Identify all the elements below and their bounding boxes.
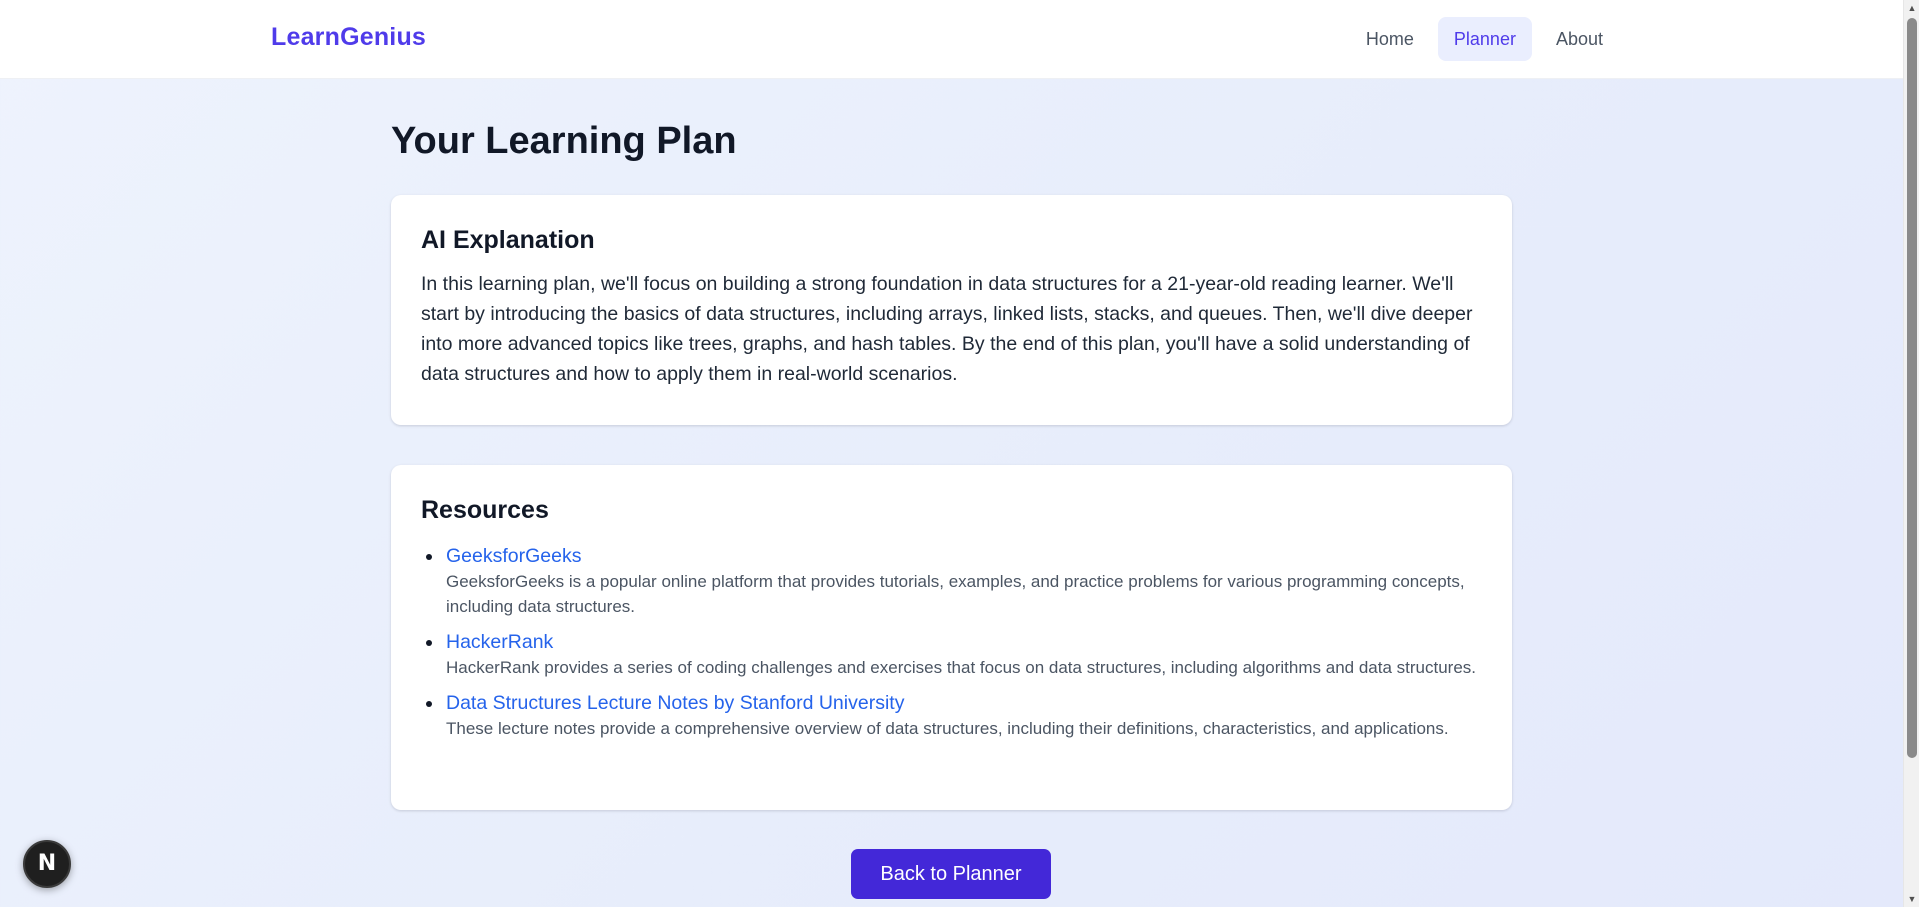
resource-description: HackerRank provides a series of coding c…: [446, 658, 1476, 677]
resources-heading: Resources: [421, 496, 549, 524]
resource-description: GeeksforGeeks is a popular online platfo…: [446, 572, 1465, 616]
nav-planner-link[interactable]: Planner: [1437, 17, 1532, 61]
resource-item: Data Structures Lecture Notes by Stanfor…: [421, 690, 1482, 741]
resource-description: These lecture notes provide a comprehens…: [446, 719, 1449, 738]
main-nav: Home Planner About: [1350, 17, 1619, 61]
scroll-up-arrow-icon[interactable]: ▲: [1904, 0, 1919, 16]
ai-explanation-heading: AI Explanation: [421, 226, 595, 254]
page-title: Your Learning Plan: [391, 120, 737, 162]
nav-home-link[interactable]: Home: [1350, 17, 1430, 61]
resource-link-hackerrank[interactable]: HackerRank: [446, 629, 1482, 655]
main-content: Your Learning Plan AI Explanation In thi…: [391, 79, 1512, 810]
resource-link-stanford-notes[interactable]: Data Structures Lecture Notes by Stanfor…: [446, 690, 1482, 716]
resources-card: Resources GeeksforGeeks GeeksforGeeks is…: [391, 465, 1512, 810]
resources-list: GeeksforGeeks GeeksforGeeks is a popular…: [421, 543, 1482, 741]
scroll-down-arrow-icon[interactable]: ▼: [1904, 891, 1919, 907]
ai-explanation-card: AI Explanation In this learning plan, we…: [391, 195, 1512, 425]
top-navbar: LearnGenius Home Planner About: [0, 0, 1903, 79]
back-to-planner-button[interactable]: Back to Planner: [851, 849, 1051, 899]
vertical-scrollbar[interactable]: ▲ ▼: [1903, 0, 1919, 907]
resource-item: GeeksforGeeks GeeksforGeeks is a popular…: [421, 543, 1482, 619]
ai-explanation-text: In this learning plan, we'll focus on bu…: [421, 273, 1473, 385]
scrollbar-thumb[interactable]: [1907, 18, 1917, 758]
resource-link-geeksforgeeks[interactable]: GeeksforGeeks: [446, 543, 1482, 569]
brand-logo[interactable]: LearnGenius: [271, 23, 426, 52]
resource-item: HackerRank HackerRank provides a series …: [421, 629, 1482, 680]
nav-about-link[interactable]: About: [1540, 17, 1619, 61]
nextjs-icon[interactable]: N: [23, 840, 71, 888]
